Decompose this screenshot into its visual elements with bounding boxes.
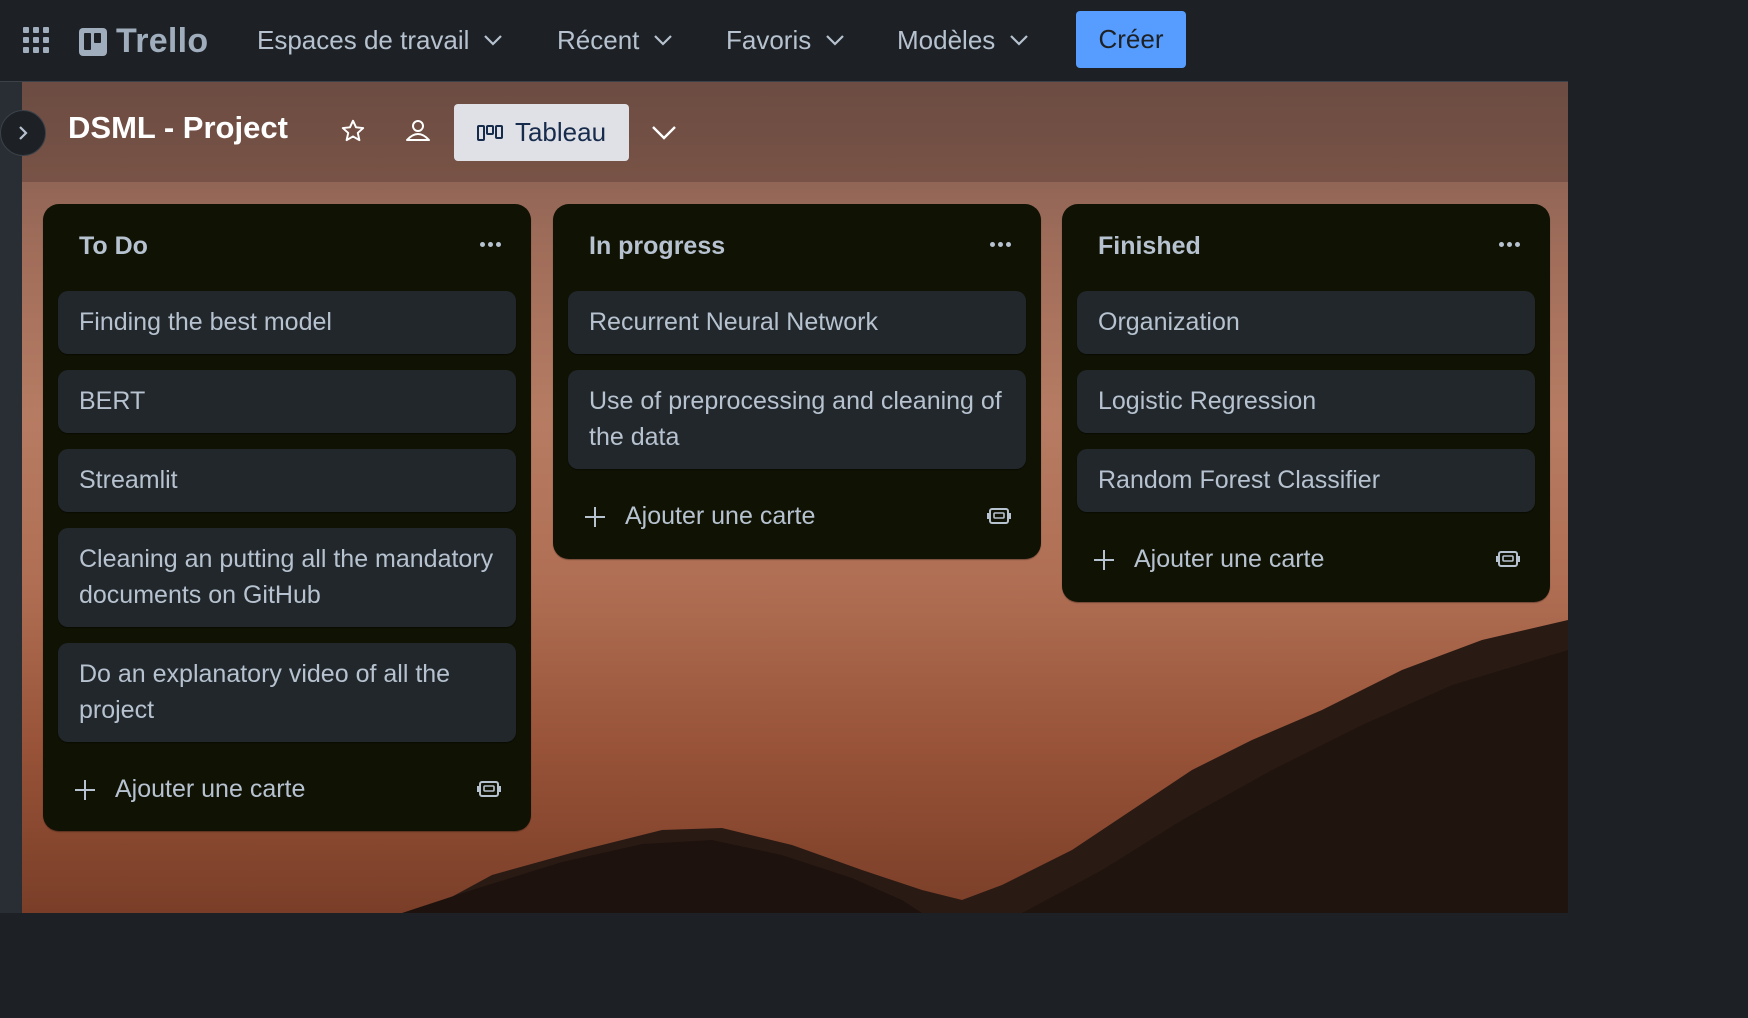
list-title[interactable]: In progress — [589, 232, 725, 261]
add-card-button[interactable]: Ajouter une carte — [583, 502, 815, 531]
card-template-icon[interactable] — [477, 777, 501, 801]
chevron-down-icon — [654, 35, 673, 46]
list-title[interactable]: To Do — [79, 232, 148, 261]
add-card-label: Ajouter une carte — [1134, 545, 1325, 573]
list-finished: Finished Organization Logistic Regressio… — [1062, 204, 1550, 602]
star-icon[interactable] — [340, 118, 366, 144]
add-card-button[interactable]: Ajouter une carte — [1092, 545, 1324, 574]
card[interactable]: BERT — [58, 370, 516, 433]
card[interactable]: Finding the best model — [58, 291, 516, 354]
nav-workspaces-dropdown[interactable]: Espaces de travail — [257, 20, 503, 60]
board-view-button[interactable]: Tableau — [454, 104, 629, 161]
app-switcher-icon[interactable] — [23, 27, 49, 53]
nav-templates-dropdown[interactable]: Modèles — [897, 20, 1029, 60]
list-menu-icon[interactable] — [480, 242, 501, 247]
plus-icon — [1094, 549, 1114, 570]
nav-workspaces-label: Espaces de travail — [257, 24, 470, 55]
plus-icon — [75, 779, 95, 800]
collapsed-sidebar — [0, 82, 22, 913]
list-menu-icon[interactable] — [990, 242, 1011, 247]
add-card-label: Ajouter une carte — [625, 502, 816, 530]
nav-recent-label: Récent — [557, 24, 640, 55]
create-button[interactable]: Créer — [1076, 11, 1186, 68]
card[interactable]: Recurrent Neural Network — [568, 291, 1026, 354]
board-title[interactable]: DSML - Project — [68, 110, 288, 146]
workspace-visibility-icon[interactable] — [404, 118, 432, 144]
card[interactable]: Use of preprocessing and cleaning of the… — [568, 370, 1026, 469]
trello-logo[interactable]: Trello — [79, 22, 209, 61]
card-template-icon[interactable] — [987, 504, 1011, 528]
plus-icon — [585, 506, 605, 527]
board-view-icon — [476, 124, 503, 141]
chevron-down-icon — [826, 35, 845, 46]
chevron-down-icon — [1010, 35, 1029, 46]
card[interactable]: Do an explanatory video of all the proje… — [58, 643, 516, 742]
card[interactable]: Streamlit — [58, 449, 516, 512]
trello-logo-icon — [79, 27, 107, 56]
top-navigation-bar: Trello Espaces de travail Récent Favoris… — [0, 0, 1568, 82]
nav-favorites-label: Favoris — [726, 24, 812, 55]
nav-recent-dropdown[interactable]: Récent — [557, 20, 673, 60]
add-card-button[interactable]: Ajouter une carte — [73, 775, 305, 804]
card[interactable]: Cleaning an putting all the mandatory do… — [58, 528, 516, 627]
nav-favorites-dropdown[interactable]: Favoris — [726, 20, 845, 60]
card[interactable]: Random Forest Classifier — [1077, 449, 1535, 512]
expand-sidebar-button[interactable] — [0, 110, 46, 156]
chevron-right-icon — [19, 126, 28, 140]
list-menu-icon[interactable] — [1499, 242, 1520, 247]
list-to-do: To Do Finding the best model BERT Stream… — [43, 204, 531, 831]
nav-templates-label: Modèles — [897, 24, 996, 55]
chevron-down-icon[interactable] — [650, 118, 678, 146]
logo-text: Trello — [116, 22, 209, 60]
card[interactable]: Logistic Regression — [1077, 370, 1535, 433]
board-view-label: Tableau — [514, 117, 607, 147]
chevron-down-icon — [484, 35, 503, 46]
list-in-progress: In progress Recurrent Neural Network Use… — [553, 204, 1041, 559]
card[interactable]: Organization — [1077, 291, 1535, 354]
card-template-icon[interactable] — [1496, 547, 1520, 571]
list-title[interactable]: Finished — [1098, 232, 1201, 261]
add-card-label: Ajouter une carte — [115, 775, 306, 803]
